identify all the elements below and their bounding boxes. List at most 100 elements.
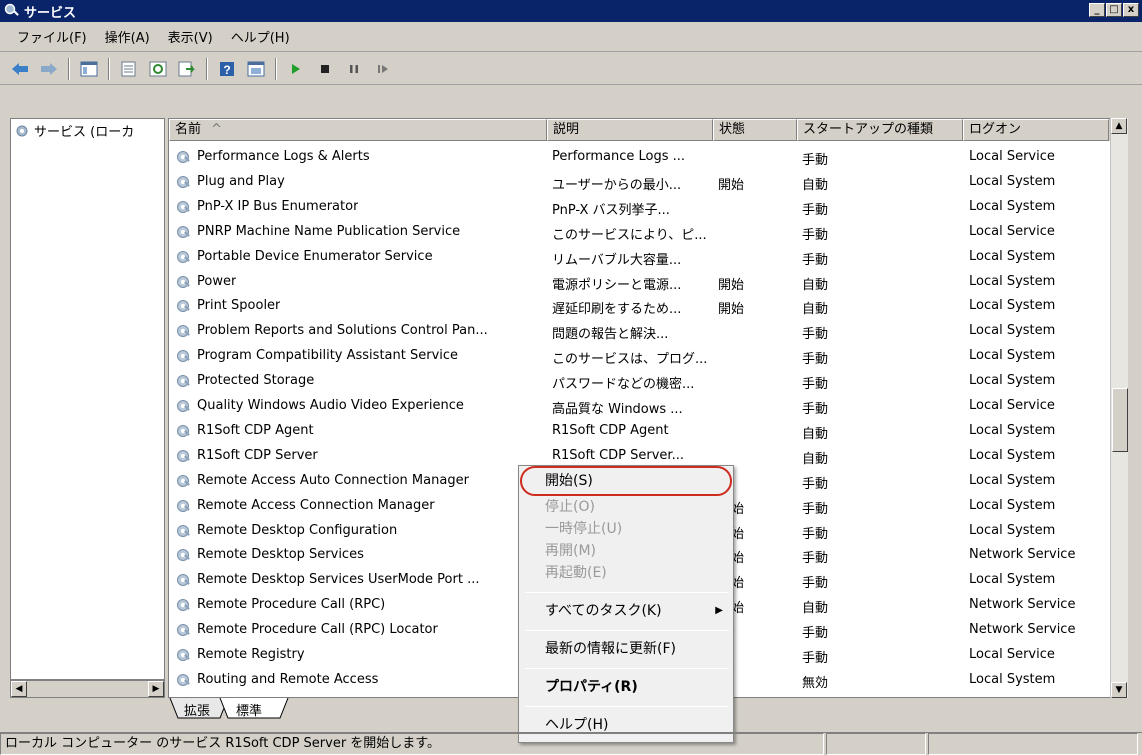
service-logon: Local System	[969, 373, 1056, 389]
service-description: パスワードなどの機密...	[552, 377, 695, 393]
service-row[interactable]: Portable Device Enumerator Service リムーバブル…	[169, 245, 1109, 269]
service-row[interactable]: Print Spooler 遅延印刷をするため... 開始 自動 Local Syste…	[169, 294, 1109, 318]
show-hide-tree-icon[interactable]	[77, 57, 101, 81]
service-name: R1Soft CDP Agent	[197, 422, 314, 438]
service-logon: Local System	[969, 323, 1056, 339]
service-gear-icon	[175, 498, 191, 514]
service-gear-icon	[175, 523, 191, 539]
service-startup-type: 手動	[802, 202, 829, 218]
service-name: Routing and Remote Access	[197, 671, 379, 687]
sort-ascending-icon: ^	[211, 122, 222, 137]
column-header-name[interactable]: 名前 ^	[169, 119, 547, 141]
tab-extended[interactable]: 拡張	[184, 700, 210, 719]
menu-separator	[525, 668, 729, 669]
menu-item-restart[interactable]: 再起動(E)	[525, 562, 727, 584]
column-header-startup-type[interactable]: スタートアップの種類	[797, 119, 963, 141]
service-status: 開始	[718, 277, 745, 293]
service-name: Program Compatibility Assistant Service	[197, 348, 459, 364]
menu-item-resume[interactable]: 再開(M)	[525, 540, 727, 562]
scroll-right-button[interactable]: ▶	[148, 681, 164, 697]
tab-standard[interactable]: 標準	[236, 700, 262, 719]
service-row[interactable]: Program Compatibility Assistant Service こ…	[169, 344, 1109, 368]
stop-icon[interactable]	[313, 57, 337, 81]
start-icon[interactable]	[284, 57, 308, 81]
back-icon[interactable]	[8, 57, 32, 81]
menu-view[interactable]: 表示(V)	[159, 27, 222, 46]
list-view-icon[interactable]	[244, 57, 268, 81]
resume-icon[interactable]	[371, 57, 395, 81]
service-startup-type: 自動	[802, 302, 829, 318]
column-header-logon[interactable]: ログオン	[963, 119, 1109, 141]
service-row[interactable]: PNRP Machine Name Publication Service このサ…	[169, 220, 1109, 244]
service-name: Power	[197, 273, 237, 289]
service-logon: Local System	[969, 173, 1056, 189]
help-icon[interactable]: ?	[215, 57, 239, 81]
service-gear-icon	[175, 174, 191, 190]
export-icon[interactable]	[175, 57, 199, 81]
menu-item-refresh[interactable]: 最新の情報に更新(F)	[525, 638, 727, 660]
column-header-status[interactable]: 状態	[713, 119, 797, 141]
menu-separator	[525, 592, 729, 593]
forward-icon[interactable]	[37, 57, 61, 81]
service-description: リムーバブル大容量...	[552, 252, 682, 268]
scroll-thumb[interactable]	[1112, 388, 1128, 452]
service-gear-icon	[175, 622, 191, 638]
scroll-up-button[interactable]: ▲	[1111, 118, 1127, 134]
service-name: Print Spooler	[197, 298, 281, 314]
service-row[interactable]: R1Soft CDP Agent R1Soft CDP Agent 自動 Local …	[169, 419, 1109, 443]
service-description: 遅延印刷をするため...	[552, 302, 682, 318]
maximize-button[interactable]: □	[1106, 3, 1122, 17]
refresh-icon[interactable]	[146, 57, 170, 81]
menu-item-properties[interactable]: プロパティ(R)	[525, 676, 727, 698]
scroll-down-button[interactable]: ▼	[1111, 682, 1127, 698]
view-tabs: 拡張 標準	[168, 698, 568, 720]
service-row[interactable]: PnP-X IP Bus Enumerator PnP-X バス列挙子... 手動 L…	[169, 195, 1109, 219]
service-startup-type: 手動	[802, 476, 829, 492]
minimize-button[interactable]: _	[1089, 3, 1105, 17]
toolbar: ?	[0, 53, 1142, 85]
service-logon: Local System	[969, 497, 1056, 513]
service-gear-icon	[175, 323, 191, 339]
service-row[interactable]: Plug and Play ユーザーからの最小... 開始 自動 Local Syste…	[169, 170, 1109, 194]
service-gear-icon	[175, 149, 191, 165]
toolbar-separator	[275, 57, 277, 80]
scroll-left-button[interactable]: ◀	[11, 681, 27, 697]
menu-item-start[interactable]: 開始(S)	[525, 470, 727, 492]
service-startup-type: 手動	[802, 327, 829, 343]
service-row[interactable]: Quality Windows Audio Video Experience 高品…	[169, 394, 1109, 418]
service-gear-icon	[175, 199, 191, 215]
service-startup-type: 手動	[802, 551, 829, 567]
service-row[interactable]: Protected Storage パスワードなどの機密... 手動 Local Sy…	[169, 369, 1109, 393]
services-gear-icon	[4, 3, 19, 16]
menu-separator	[525, 630, 729, 631]
service-row[interactable]: Problem Reports and Solutions Control Pa…	[169, 319, 1109, 343]
service-startup-type: 手動	[802, 227, 829, 243]
tree-node-label: サービス (ローカ	[34, 125, 135, 140]
menu-item-stop[interactable]: 停止(O)	[525, 496, 727, 518]
service-status: 開始	[718, 302, 745, 318]
tree-horizontal-scrollbar[interactable]: ◀ ▶	[10, 680, 165, 698]
service-startup-type: 手動	[802, 252, 829, 268]
status-panel	[928, 733, 1138, 755]
toolbar-separator	[68, 57, 70, 80]
menu-action[interactable]: 操作(A)	[96, 27, 159, 46]
service-row[interactable]: Performance Logs & Alerts Performance Log…	[169, 145, 1109, 169]
menu-file[interactable]: ファイル(F)	[8, 27, 96, 46]
properties-icon[interactable]	[117, 57, 141, 81]
pause-icon[interactable]	[342, 57, 366, 81]
menu-help[interactable]: ヘルプ(H)	[222, 27, 299, 46]
service-logon: Local System	[969, 472, 1056, 488]
service-name: PnP-X IP Bus Enumerator	[197, 198, 359, 214]
service-row[interactable]: Power 電源ポリシーと電源... 開始 自動 Local System	[169, 270, 1109, 294]
window-title: サービス	[24, 5, 77, 21]
service-gear-icon	[175, 224, 191, 240]
status-text: ローカル コンピューター のサービス R1Soft CDP Server を開始…	[0, 733, 824, 755]
close-button[interactable]: x	[1123, 3, 1139, 17]
service-logon: Local System	[969, 671, 1056, 687]
service-logon: Local Service	[969, 223, 1055, 239]
menu-item-pause[interactable]: 一時停止(U)	[525, 518, 727, 540]
tree-node-services-local[interactable]: サービス (ローカ	[11, 119, 164, 142]
column-header-description[interactable]: 説明	[547, 119, 713, 141]
menu-item-all-tasks[interactable]: すべてのタスク(K) ▶	[525, 600, 727, 622]
list-vertical-scrollbar[interactable]: ▲ ▼	[1110, 118, 1128, 698]
